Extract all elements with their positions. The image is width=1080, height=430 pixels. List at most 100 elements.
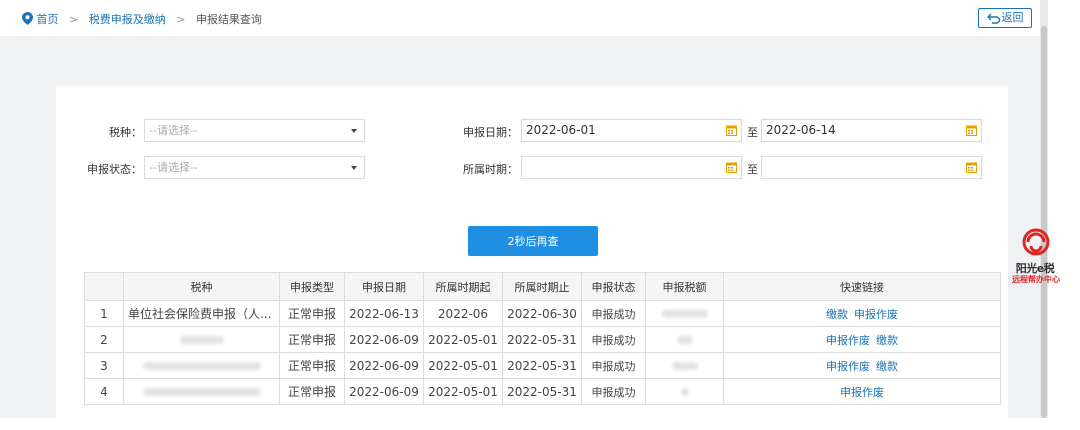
remote-help-logo[interactable]: 阳光e税 远程帮办中心	[1008, 228, 1062, 286]
void-declaration-link[interactable]: 申报作废	[840, 386, 884, 399]
declare-date-cell: 2022-06-09	[344, 352, 424, 379]
period-range-to-label: 至	[747, 163, 758, 176]
calendar-icon[interactable]	[726, 162, 737, 173]
pay-link[interactable]: 缴款	[876, 360, 898, 373]
column-header: 申报状态	[581, 272, 646, 301]
declare-type-cell: 正常申报	[279, 378, 345, 405]
void-declaration-link[interactable]: 申报作废	[826, 360, 870, 373]
breadcrumb-home-link[interactable]: 首页	[37, 13, 59, 26]
tax-amount-cell	[645, 300, 724, 327]
table-row: 1 单位社会保险费申报（人... 正常申报 2022-06-13 2022-06…	[84, 300, 1001, 327]
void-declaration-link[interactable]: 申报作废	[826, 334, 870, 347]
row-index: 3	[84, 352, 124, 379]
table-header-row: 税种 申报类型 申报日期 所属时期起 所属时期止 申报状态 申报税额 快速链接	[84, 272, 1001, 301]
redacted-value	[680, 388, 689, 396]
declare-date-cell: 2022-06-09	[344, 378, 424, 405]
redacted-value	[179, 336, 224, 344]
declare-date-from-value: 2022-06-01	[526, 123, 596, 137]
calendar-icon[interactable]	[966, 162, 977, 173]
scrollbar-thumb[interactable]	[1041, 26, 1047, 418]
calendar-icon[interactable]	[726, 125, 737, 136]
void-declaration-link[interactable]: 申报作废	[854, 308, 898, 321]
period-start-cell: 2022-05-01	[423, 326, 503, 353]
column-header: 申报类型	[279, 272, 345, 301]
period-start-cell: 2022-05-01	[423, 352, 503, 379]
return-arrow-icon	[986, 13, 1000, 24]
date-range-to-label: 至	[747, 126, 758, 139]
column-header: 申报税额	[645, 272, 724, 301]
redacted-value	[142, 388, 261, 396]
period-end-cell: 2022-06-30	[502, 300, 582, 327]
tax-name-cell: 单位社会保险费申报（人...	[123, 300, 280, 327]
status-cell: 申报成功	[581, 352, 646, 379]
declare-date-cell: 2022-06-09	[344, 326, 424, 353]
content-area: 税种： --请选择-- 申报日期： 2022-06-01 至 2022-06-1…	[0, 36, 1040, 430]
period-start-cell: 2022-05-01	[423, 378, 503, 405]
row-index: 2	[84, 326, 124, 353]
declare-date-to-value: 2022-06-14	[766, 123, 836, 137]
period-label: 所属时期：	[463, 163, 518, 176]
period-to-input[interactable]	[761, 156, 982, 179]
pay-link[interactable]: 缴款	[876, 334, 898, 347]
breadcrumb-separator: >	[176, 13, 186, 26]
chevron-down-icon	[351, 129, 357, 133]
results-table: 税种 申报类型 申报日期 所属时期起 所属时期止 申报状态 申报税额 快速链接 …	[84, 272, 1001, 405]
breadcrumb-tax-declaration-link[interactable]: 税费申报及缴纳	[89, 13, 166, 26]
column-header: 所属时期起	[423, 272, 503, 301]
chevron-down-icon	[351, 166, 357, 170]
declare-date-label: 申报日期：	[463, 126, 518, 139]
redacted-value	[661, 310, 708, 318]
breadcrumb: 首页 > 税费申报及缴纳 > 申报结果查询	[22, 11, 262, 27]
period-end-cell: 2022-05-31	[502, 352, 582, 379]
back-button[interactable]: 返回	[978, 8, 1032, 28]
column-header: 所属时期止	[502, 272, 582, 301]
tax-name-cell	[123, 378, 280, 405]
declare-date-from-input[interactable]: 2022-06-01	[521, 119, 742, 142]
top-bar: 首页 > 税费申报及缴纳 > 申报结果查询 返回	[0, 0, 1040, 36]
calendar-icon[interactable]	[966, 125, 977, 136]
status-select[interactable]: --请选择--	[144, 156, 365, 179]
column-header: 快速链接	[723, 272, 1001, 301]
column-header	[84, 272, 124, 301]
status-cell: 申报成功	[581, 326, 646, 353]
declare-date-to-input[interactable]: 2022-06-14	[761, 119, 982, 142]
tax-amount-cell	[645, 326, 724, 353]
period-start-cell: 2022-06	[423, 300, 503, 327]
query-panel: 税种： --请选择-- 申报日期： 2022-06-01 至 2022-06-1…	[56, 86, 1008, 430]
logo-subtitle: 远程帮办中心	[1012, 275, 1060, 284]
declare-type-cell: 正常申报	[279, 352, 345, 379]
period-from-input[interactable]	[521, 156, 742, 179]
back-button-label: 返回	[1001, 12, 1024, 24]
tax-amount-cell	[645, 352, 724, 379]
quick-links-cell: 申报作废 缴款	[723, 326, 1001, 353]
tax-type-label: 税种：	[109, 126, 142, 139]
column-header: 申报日期	[344, 272, 424, 301]
column-header: 税种	[123, 272, 280, 301]
declare-date-cell: 2022-06-13	[344, 300, 424, 327]
period-end-cell: 2022-05-31	[502, 378, 582, 405]
status-cell: 申报成功	[581, 300, 646, 327]
tax-type-select[interactable]: --请选择--	[144, 119, 365, 142]
quick-links-cell: 申报作废 缴款	[723, 352, 1001, 379]
tax-amount-cell	[645, 378, 724, 405]
table-row: 2 正常申报 2022-06-09 2022-05-01 2022-05-31 …	[84, 326, 1001, 353]
status-placeholder: --请选择--	[149, 161, 198, 174]
breadcrumb-separator: >	[69, 13, 79, 26]
location-pin-icon	[22, 12, 33, 25]
row-index: 4	[84, 378, 124, 405]
declare-type-cell: 正常申报	[279, 326, 345, 353]
table-row: 3 正常申报 2022-06-09 2022-05-01 2022-05-31 …	[84, 352, 1001, 379]
query-button[interactable]: 2秒后再查	[468, 226, 598, 256]
tax-name-cell	[123, 326, 280, 353]
tax-name-cell	[123, 352, 280, 379]
pay-link[interactable]: 缴款	[826, 308, 848, 321]
declare-type-cell: 正常申报	[279, 300, 345, 327]
status-cell: 申报成功	[581, 378, 646, 405]
table-row: 4 正常申报 2022-06-09 2022-05-01 2022-05-31 …	[84, 378, 1001, 405]
page-scrollbar[interactable]	[1040, 0, 1048, 418]
status-label: 申报状态：	[87, 163, 142, 176]
breadcrumb-current: 申报结果查询	[195, 13, 262, 26]
tax-type-placeholder: --请选择--	[149, 124, 198, 137]
row-index: 1	[84, 300, 124, 327]
redacted-value	[676, 336, 693, 344]
